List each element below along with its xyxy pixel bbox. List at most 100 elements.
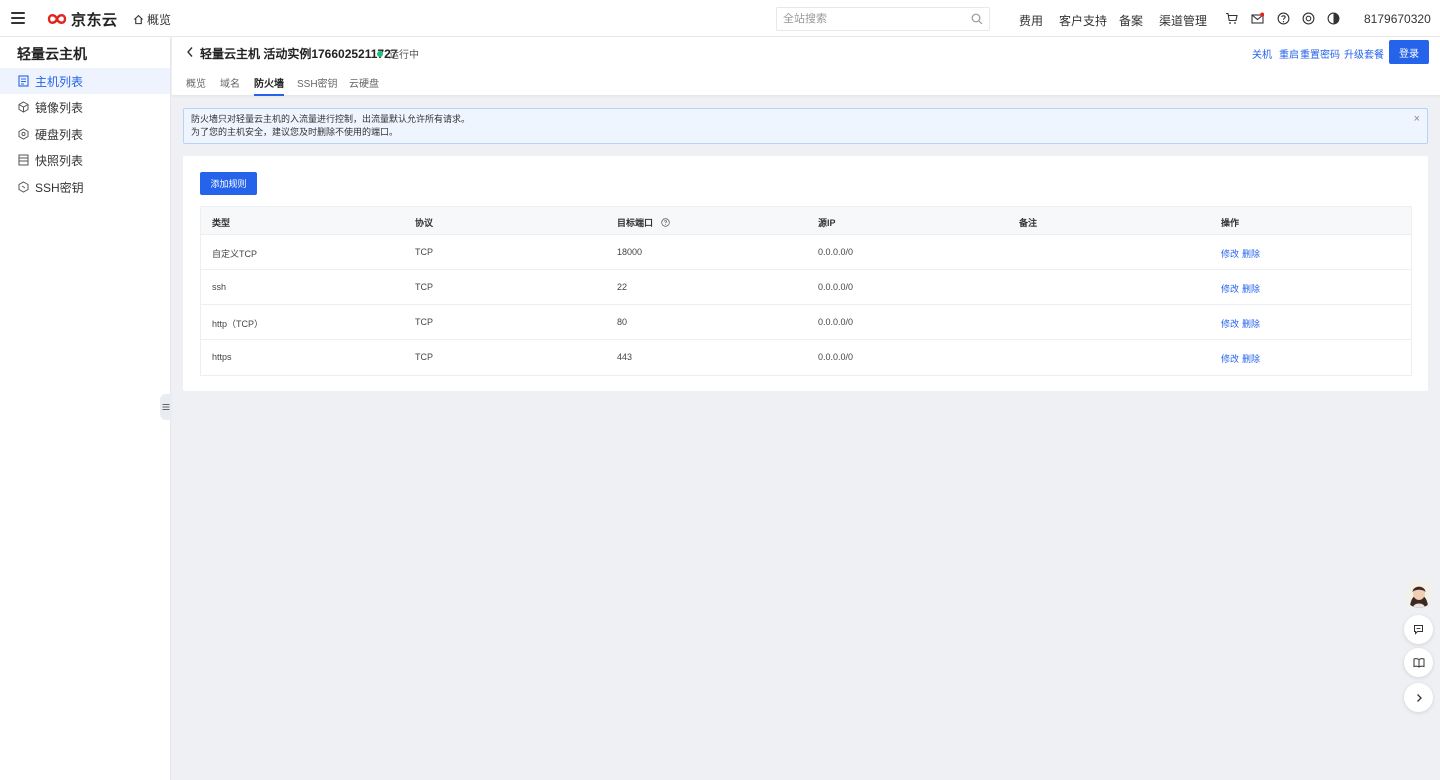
column-header-actions: 操作 [1221,218,1240,228]
login-button[interactable]: 登录 [1389,40,1429,64]
account-id[interactable]: 8179670320 [1364,12,1431,26]
chevron-right-icon [1416,693,1422,702]
delete-rule-button[interactable]: 删除 [1242,247,1260,260]
settings-icon[interactable] [1302,12,1315,25]
theme-toggle-icon[interactable] [1327,12,1340,25]
cell-protocol: TCP [415,352,433,362]
tab-firewall[interactable]: 防火墙 [254,75,284,96]
cell-source-ip: 0.0.0.0/0 [818,352,854,362]
table-row: 自定义TCP TCP 18000 0.0.0.0/0 修改 删除 [201,235,1411,270]
disk-icon [18,128,29,140]
assistant-avatar[interactable] [1405,580,1433,608]
sidebar-item-snapshot-list[interactable]: 快照列表 [0,147,170,173]
column-header-type: 类型 [212,218,231,228]
top-navigation-bar: 京东云 概览 费用 客户支持 备案 渠道管理 8179670320 [0,0,1440,37]
chat-icon [1414,625,1423,635]
nav-link-support[interactable]: 客户支持 [1059,12,1107,29]
help-icon[interactable] [661,218,670,227]
docs-button[interactable] [1404,648,1433,677]
assistant-avatar-icon [1405,580,1433,608]
sidebar-item-disk-list[interactable]: 硬盘列表 [0,121,170,147]
tab-overview[interactable]: 概览 [186,75,206,96]
cell-type: http（TCP） [212,319,264,329]
cell-source-ip: 0.0.0.0/0 [818,317,854,327]
cell-port: 18000 [617,247,643,257]
firewall-info-alert: 防火墙只对轻量云主机的入流量进行控制，出流量默认允许所有请求。 为了您的主机安全… [183,108,1428,144]
tab-bar: 概览 域名 防火墙 SSH密钥 云硬盘 [172,75,1440,96]
sidebar-title: 轻量云主机 [17,46,87,62]
column-header-port-label: 目标端口 [617,218,654,228]
back-arrow-icon[interactable] [185,46,195,58]
sidebar-item-ssh-key[interactable]: SSH密钥 [0,174,170,200]
logo-text: 京东云 [71,11,118,29]
page-title: 轻量云主机 活动实例1766025211727 [200,47,398,61]
edit-rule-button[interactable]: 修改 [1221,352,1239,365]
edit-rule-button[interactable]: 修改 [1221,317,1239,330]
cell-protocol: TCP [415,282,433,292]
column-header-note: 备注 [1019,218,1038,228]
sidebar-collapse-handle[interactable] [160,394,172,420]
table-row: ssh TCP 22 0.0.0.0/0 修改 删除 [201,270,1411,305]
expand-button[interactable] [1404,683,1433,712]
search-input[interactable] [783,13,971,25]
cell-protocol: TCP [415,247,433,257]
alert-line-1: 防火墙只对轻量云主机的入流量进行控制，出流量默认允许所有请求。 [191,114,471,124]
mail-icon[interactable] [1251,12,1264,25]
nav-link-billing[interactable]: 费用 [1019,12,1043,29]
sidebar-item-label: 快照列表 [35,153,84,168]
firewall-rules-card: 添加规则 类型 协议 目标端口 源IP 备注 操作 自定义TCP TCP 180… [183,156,1428,391]
edit-rule-button[interactable]: 修改 [1221,247,1239,260]
add-rule-button[interactable]: 添加规则 [200,172,257,195]
upgrade-plan-button[interactable]: 升级套餐 [1344,46,1384,61]
cart-icon[interactable] [1225,12,1238,25]
book-icon [1413,658,1424,668]
global-search[interactable] [776,7,990,31]
status-dot-icon [377,50,383,57]
table-row: https TCP 443 0.0.0.0/0 修改 删除 [201,340,1411,375]
cell-port: 22 [617,282,628,292]
cell-type: 自定义TCP [212,249,258,259]
delete-rule-button[interactable]: 删除 [1242,352,1260,365]
sidebar-item-image-list[interactable]: 镜像列表 [0,94,170,120]
alert-line-2: 为了您的主机安全，建议您及时删除不使用的端口。 [191,127,399,137]
search-icon[interactable] [971,13,983,25]
nav-link-channel[interactable]: 渠道管理 [1159,12,1207,29]
sidebar-item-host-list[interactable]: 主机列表 [0,68,170,94]
cell-source-ip: 0.0.0.0/0 [818,247,854,257]
cell-protocol: TCP [415,317,433,327]
jdcloud-logo[interactable]: 京东云 [46,10,118,29]
table-header: 类型 协议 目标端口 源IP 备注 操作 [201,207,1411,235]
sidebar-item-label: 硬盘列表 [35,127,84,142]
tab-ssh-key[interactable]: SSH密钥 [297,75,338,96]
delete-rule-button[interactable]: 删除 [1242,317,1260,330]
cell-port: 80 [617,317,628,327]
nav-link-icp-filing[interactable]: 备案 [1119,12,1143,29]
help-icon[interactable] [1277,12,1290,25]
sidebar-item-label: 主机列表 [35,74,84,89]
sidebar-item-label: 镜像列表 [35,100,84,115]
restart-button[interactable]: 重启 [1279,46,1299,61]
cell-type: https [212,352,232,362]
image-icon [18,101,29,113]
status-text: 运行中 [389,50,419,61]
firewall-rules-table: 类型 协议 目标端口 源IP 备注 操作 自定义TCP TCP 18000 0.… [200,206,1412,376]
shutdown-button[interactable]: 关机 [1252,46,1272,61]
tab-cloud-disk[interactable]: 云硬盘 [349,75,379,96]
edit-rule-button[interactable]: 修改 [1221,282,1239,295]
reset-password-button[interactable]: 重置密码 [1300,46,1340,61]
column-header-protocol: 协议 [415,218,434,228]
table-row: http（TCP） TCP 80 0.0.0.0/0 修改 删除 [201,305,1411,340]
chat-button[interactable] [1404,615,1433,644]
host-list-icon [18,75,29,87]
hamburger-menu-icon[interactable] [11,12,25,24]
tab-domain[interactable]: 域名 [220,75,240,96]
delete-rule-button[interactable]: 删除 [1242,282,1260,295]
close-icon[interactable]: × [1414,114,1420,125]
status-badge: 运行中 [377,46,419,61]
overview-label: 概览 [147,13,172,27]
overview-link[interactable]: 概览 [133,11,171,28]
logo-mark-icon [47,14,67,24]
sidebar: 轻量云主机 主机列表 镜像列表 硬盘列表 快照列表 SSH密钥 [0,37,171,780]
cell-type: ssh [212,282,227,292]
column-header-source-ip: 源IP [818,218,836,228]
